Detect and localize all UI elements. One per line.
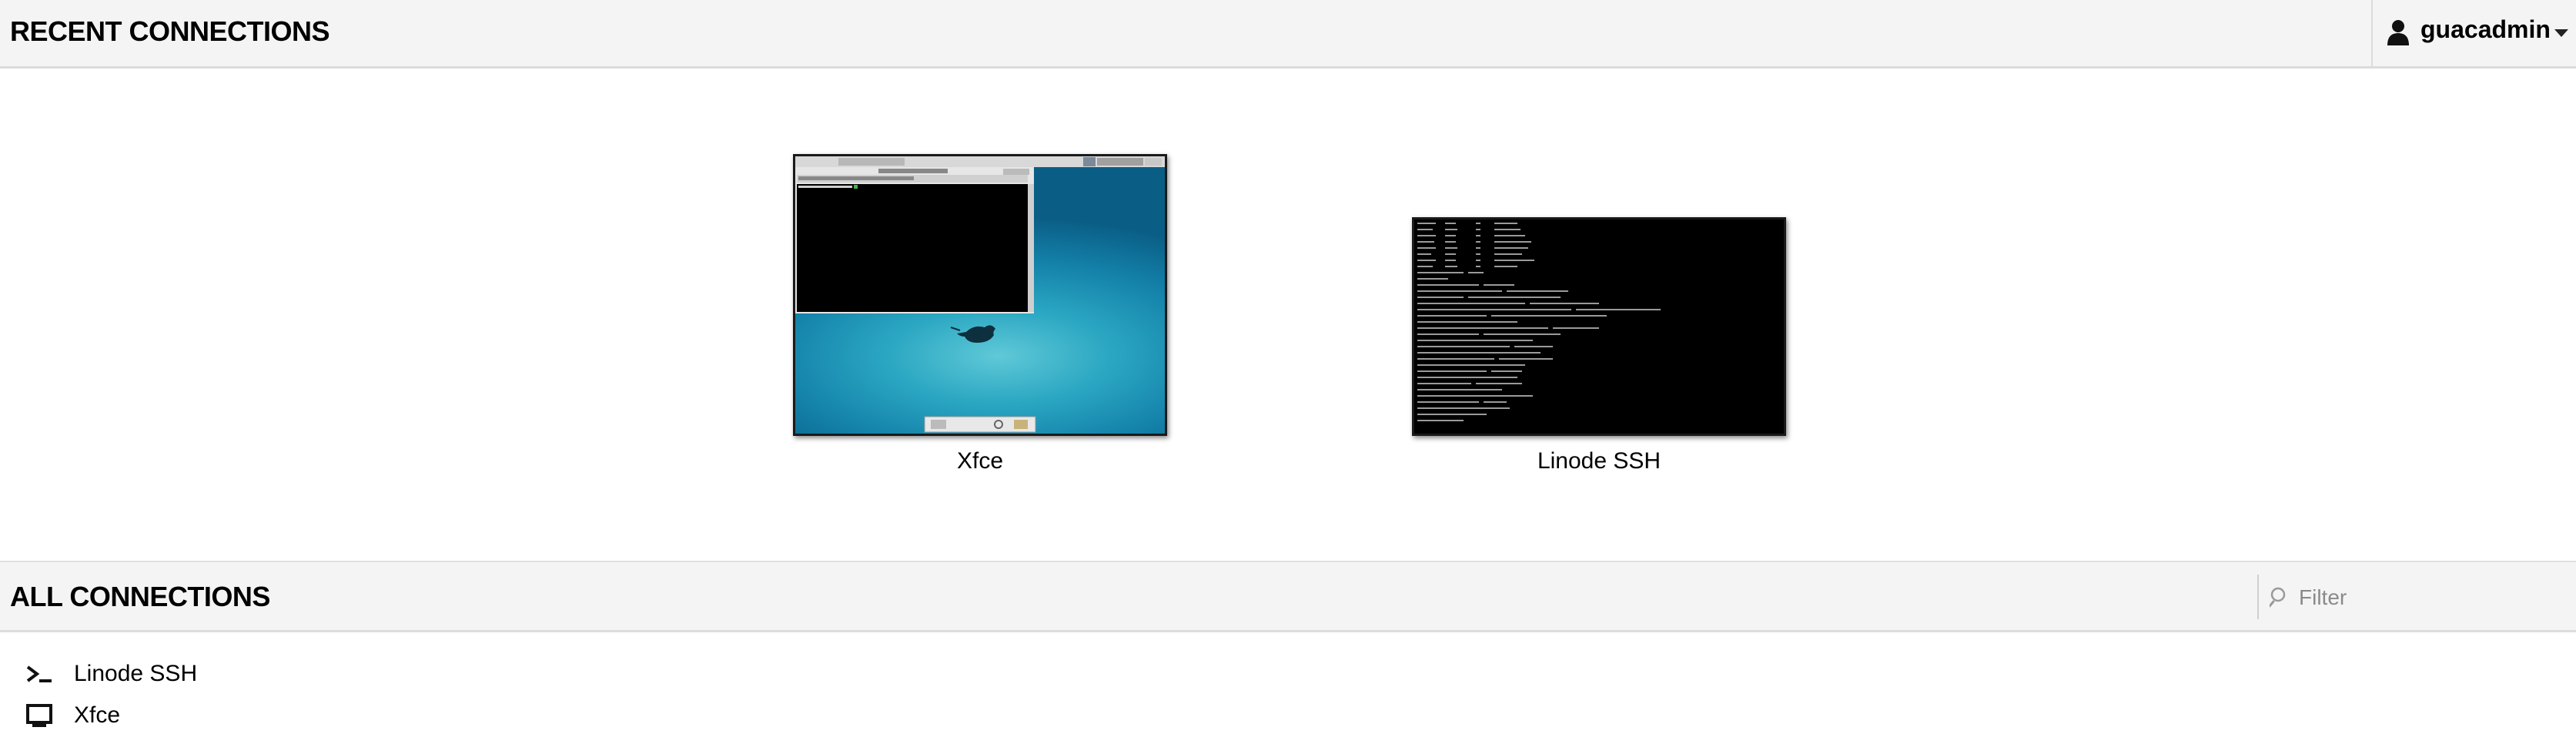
terminal-thumbnail	[1412, 217, 1786, 436]
recent-connection-xfce[interactable]: Xfce	[793, 154, 1167, 478]
connection-item-xfce[interactable]: Xfce	[26, 698, 488, 736]
all-connections-title: ALL CONNECTIONS	[10, 581, 270, 612]
filter-box	[2257, 575, 2576, 619]
connection-name: Xfce	[74, 702, 121, 728]
filter-input[interactable]	[2297, 581, 2562, 615]
connection-name: Linode SSH	[74, 661, 198, 686]
recent-connection-label: Xfce	[956, 448, 1004, 474]
all-connections-header: ALL CONNECTIONS	[0, 561, 2576, 632]
terminal-icon	[26, 665, 52, 682]
desktop-icon	[26, 704, 52, 727]
search-icon	[2270, 587, 2286, 608]
recent-connections-header: RECENT CONNECTIONS guacadmin	[0, 0, 2576, 69]
recent-connection-label: Linode SSH	[1537, 448, 1661, 474]
username: guacadmin	[2420, 15, 2551, 43]
chevron-down-icon	[2554, 29, 2568, 37]
user-menu[interactable]: guacadmin	[2371, 0, 2576, 66]
connection-item-linode-ssh[interactable]: Linode SSH	[26, 656, 488, 695]
xfce-desktop-thumbnail	[793, 154, 1167, 436]
recent-connection-linode-ssh[interactable]: Linode SSH	[1412, 217, 1786, 479]
recent-connections-title: RECENT CONNECTIONS	[10, 15, 330, 47]
user-icon	[2387, 20, 2409, 45]
